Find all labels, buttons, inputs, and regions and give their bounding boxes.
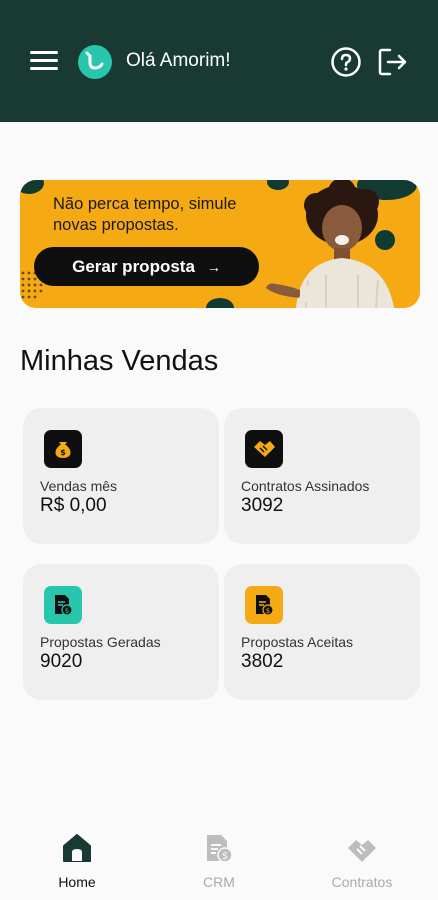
woman-illustration bbox=[266, 180, 394, 308]
generate-proposal-button[interactable]: Gerar proposta → bbox=[34, 247, 259, 286]
card-label: Contratos Assinados bbox=[241, 478, 370, 494]
card-generated-proposals[interactable]: $ Propostas Geradas 9020 bbox=[23, 564, 219, 700]
card-label: Propostas Aceitas bbox=[241, 634, 354, 650]
document-money-icon: $ bbox=[44, 586, 82, 624]
generate-proposal-label: Gerar proposta bbox=[72, 256, 195, 276]
card-value: 3092 bbox=[241, 495, 284, 516]
document-check-icon: $ bbox=[245, 586, 283, 624]
menu-icon-bar-middle bbox=[30, 59, 58, 62]
nav-item-crm[interactable]: $ CRM bbox=[164, 830, 274, 892]
help-button[interactable] bbox=[330, 46, 362, 78]
nav-item-contracts[interactable]: Contratos bbox=[307, 830, 417, 892]
logout-button[interactable] bbox=[376, 46, 410, 78]
arrow-right-icon: → bbox=[206, 258, 221, 275]
menu-button[interactable] bbox=[28, 48, 60, 74]
card-value: 3802 bbox=[241, 651, 284, 672]
bottom-navigation: Home $ CRM Contratos bbox=[0, 820, 438, 900]
handshake-icon bbox=[348, 840, 376, 862]
card-value: R$ 0,00 bbox=[40, 495, 107, 516]
decor-dot bbox=[206, 298, 234, 308]
money-bag-icon: $ bbox=[44, 430, 82, 468]
nav-item-home[interactable]: Home bbox=[22, 830, 132, 892]
svg-text:$: $ bbox=[65, 607, 69, 615]
svg-text:$: $ bbox=[266, 607, 270, 615]
card-value: 9020 bbox=[40, 651, 83, 672]
menu-icon-bar-top bbox=[30, 51, 58, 54]
card-signed-contracts[interactable]: Contratos Assinados 3092 bbox=[224, 408, 420, 544]
promo-banner[interactable]: Não perca tempo, simule novas propostas.… bbox=[20, 180, 420, 308]
app-logo-icon bbox=[78, 45, 112, 79]
help-icon bbox=[331, 47, 361, 77]
card-accepted-proposals[interactable]: $ Propostas Aceitas 3802 bbox=[224, 564, 420, 700]
app-header: Olá Amorim! bbox=[0, 0, 438, 122]
greeting-text: Olá Amorim! bbox=[126, 50, 231, 71]
card-sales-month[interactable]: $ Vendas mês R$ 0,00 bbox=[23, 408, 219, 544]
svg-text:$: $ bbox=[60, 448, 66, 457]
svg-text:$: $ bbox=[222, 851, 228, 862]
document-money-icon: $ bbox=[207, 835, 233, 863]
home-icon bbox=[63, 834, 91, 862]
decor-dot bbox=[20, 180, 44, 194]
card-label: Vendas mês bbox=[40, 478, 118, 494]
handshake-icon bbox=[245, 430, 283, 468]
card-label: Propostas Geradas bbox=[40, 634, 161, 650]
nav-label-crm: CRM bbox=[203, 874, 235, 890]
menu-icon-bar-bottom bbox=[30, 67, 58, 70]
logout-icon bbox=[378, 48, 407, 76]
section-title: Minhas Vendas bbox=[20, 345, 219, 377]
nav-label-home: Home bbox=[58, 874, 96, 890]
banner-text: Não perca tempo, simule novas propostas. bbox=[53, 195, 237, 234]
nav-label-contracts: Contratos bbox=[331, 874, 393, 890]
